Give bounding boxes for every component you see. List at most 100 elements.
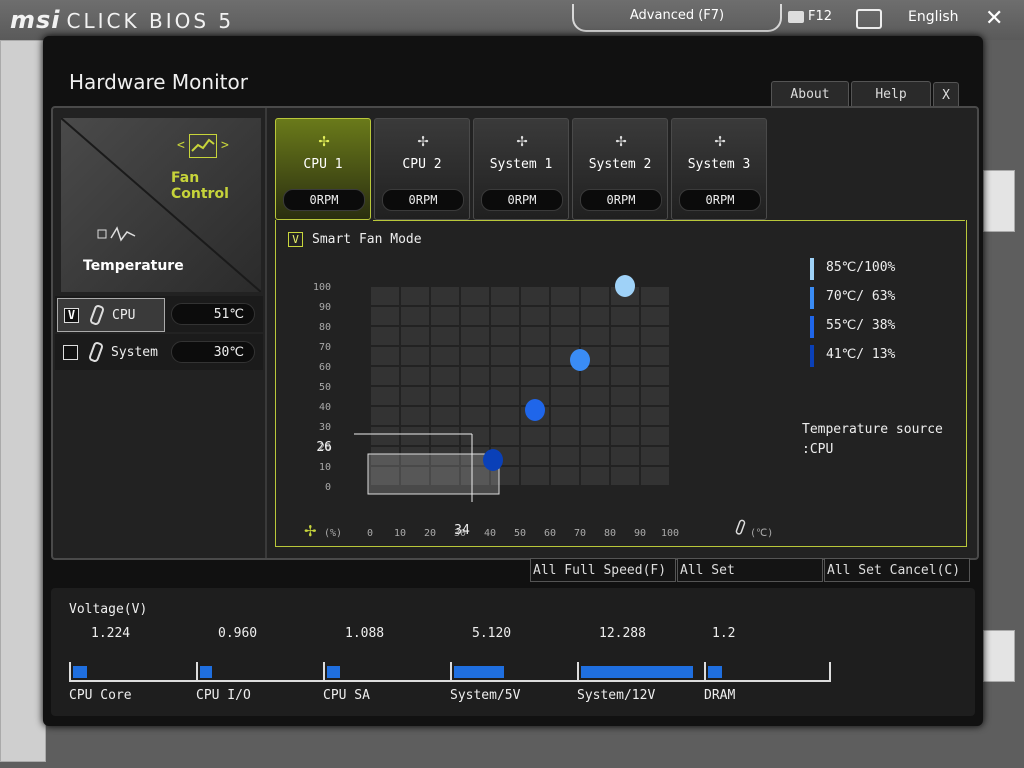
grid-cell (461, 347, 489, 365)
selected-range (367, 453, 500, 495)
voltage-bar (327, 666, 340, 678)
grid-cell (641, 307, 669, 325)
grid-cell (551, 407, 579, 425)
background-fragment (983, 630, 1015, 682)
grid-cell (491, 427, 519, 445)
voltage-value: 12.288 (599, 626, 646, 641)
grid-cell (581, 327, 609, 345)
grid-cell (431, 387, 459, 405)
language-button[interactable]: English (908, 9, 959, 25)
grid-cell (401, 347, 429, 365)
fan-control-mode[interactable]: Fan Control (171, 170, 261, 202)
grid-cell (641, 467, 669, 485)
x-tick-label: 70 (574, 528, 586, 539)
fan-rpm: 0RPM (283, 189, 365, 211)
voltage-tick (829, 662, 831, 682)
fan-tab-label: CPU 1 (303, 157, 343, 172)
fan-tab-system-1[interactable]: ✢ System 1 0RPM (473, 118, 569, 220)
voltage-bar (708, 666, 722, 678)
curve-point[interactable] (570, 349, 590, 371)
grid-cell (461, 387, 489, 405)
fan-icon: ✢ (318, 130, 330, 151)
grid-cell (521, 427, 549, 445)
grid-cell (611, 407, 639, 425)
x-tick-label: 80 (604, 528, 616, 539)
sensor-row-cpu[interactable]: V CPU 51℃ (55, 296, 263, 332)
voltage-title: Voltage(V) (69, 602, 148, 617)
curve-point[interactable] (615, 275, 635, 297)
voltage-value: 0.960 (218, 626, 258, 641)
grid-cell (641, 287, 669, 305)
fan-tab-label: System 2 (588, 157, 652, 172)
grid-cell (371, 407, 399, 425)
grid-cell (401, 407, 429, 425)
grid-cell (521, 307, 549, 325)
fan-tab-cpu-1[interactable]: ✢ CPU 1 0RPM (275, 118, 371, 220)
fan-tab-system-2[interactable]: ✢ System 2 0RPM (572, 118, 668, 220)
grid-cell (581, 287, 609, 305)
arrow-left-icon[interactable]: < (177, 138, 185, 153)
legend-item: 70℃/ 63% (810, 287, 895, 309)
voltage-label: System/5V (450, 688, 521, 703)
language-icon[interactable] (856, 9, 882, 29)
y-tick-label: 10 (319, 462, 331, 473)
screenshot-button[interactable]: F12 (788, 9, 832, 24)
fan-tab-cpu-2[interactable]: ✢ CPU 2 0RPM (374, 118, 470, 220)
grid-cell (371, 427, 399, 445)
fan-icon: ✢ (304, 522, 317, 540)
help-button[interactable]: Help (851, 81, 931, 108)
grid-cell (611, 307, 639, 325)
grid-cell (431, 367, 459, 385)
grid-cell (521, 367, 549, 385)
grid-cell (611, 427, 639, 445)
grid-cell (491, 407, 519, 425)
curve-point[interactable] (525, 399, 545, 421)
all-set-cancel-button[interactable]: All Set Cancel(C) (824, 558, 970, 582)
grid-cell (431, 307, 459, 325)
grid-cell (491, 387, 519, 405)
sensor-system-checkbox[interactable] (63, 345, 78, 360)
grid-cell (401, 287, 429, 305)
all-full-speed-button[interactable]: All Full Speed(F) (530, 558, 676, 582)
sensor-system-name: System (111, 345, 158, 360)
grid-cell (641, 327, 669, 345)
grid-cell (491, 307, 519, 325)
cursor-y-readout: 26 (316, 440, 332, 455)
hardware-monitor-dialog: Hardware Monitor About Help X < > Fan Co… (43, 36, 983, 726)
temperature-icon (97, 224, 137, 246)
all-set-default-button[interactable]: All Set Default(D) (677, 558, 823, 602)
temperature-mode[interactable]: Temperature (83, 258, 184, 274)
grid-cell (401, 307, 429, 325)
grid-cell (491, 367, 519, 385)
grid-cell (551, 467, 579, 485)
grid-cell (581, 367, 609, 385)
voltage-tick (69, 662, 71, 682)
grid-cell (641, 367, 669, 385)
grid-cell (641, 407, 669, 425)
grid-cell (461, 327, 489, 345)
arrow-right-icon[interactable]: > (221, 138, 229, 153)
voltage-tick (577, 662, 579, 682)
grid-cell (431, 327, 459, 345)
advanced-mode-tab[interactable]: Advanced (F7) (572, 4, 782, 32)
y-tick-label: 100 (313, 282, 331, 293)
grid-cell (461, 427, 489, 445)
grid-cell (611, 467, 639, 485)
grid-cell (611, 347, 639, 365)
grid-cell (491, 327, 519, 345)
sensor-row-system[interactable]: System 30℃ (55, 334, 263, 370)
about-button[interactable]: About (771, 81, 849, 108)
grid-cell (581, 407, 609, 425)
dialog-close-button[interactable]: X (933, 82, 959, 109)
grid-cell (581, 387, 609, 405)
camera-icon (788, 10, 804, 23)
sensor-cpu-checkbox[interactable]: V (64, 308, 79, 323)
curve-point[interactable] (483, 449, 503, 471)
voltage-tick (323, 662, 325, 682)
legend-swatch (810, 258, 814, 280)
grid-cell (521, 467, 549, 485)
fan-tab-system-3[interactable]: ✢ System 3 0RPM (671, 118, 767, 220)
grid-cell (641, 347, 669, 365)
close-icon[interactable]: ✕ (985, 6, 1003, 31)
cursor-x-readout: 34 (454, 523, 470, 538)
